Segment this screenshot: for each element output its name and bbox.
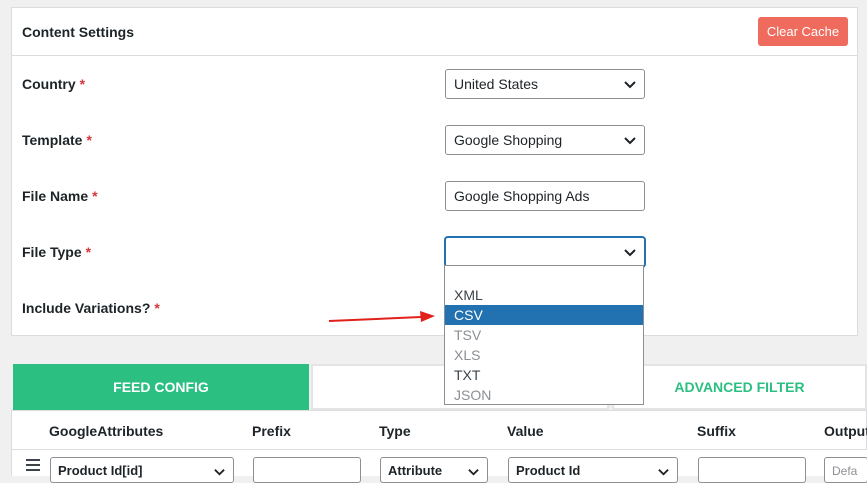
required-mark: * xyxy=(79,76,86,92)
tab-advanced-filter[interactable]: ADVANCED FILTER xyxy=(612,364,867,410)
header-prefix: Prefix xyxy=(252,423,291,439)
template-select-value: Google Shopping xyxy=(454,132,563,148)
chevron-down-icon xyxy=(624,249,636,257)
required-mark: * xyxy=(86,132,92,148)
chevron-down-icon xyxy=(214,469,225,476)
table-row: Product Id[id] Attribute Product Id Defa xyxy=(11,450,867,483)
drag-handle-icon[interactable] xyxy=(26,459,40,474)
chevron-down-icon xyxy=(468,469,479,476)
file-type-option-xls[interactable]: XLS xyxy=(445,345,643,365)
file-name-label: File Name * xyxy=(22,188,98,204)
country-select-value: United States xyxy=(454,76,539,92)
country-select[interactable]: United States xyxy=(445,69,645,99)
attributes-table-header: GoogleAttributes Prefix Type Value Suffi… xyxy=(11,410,867,450)
include-variations-label-text: Include Variations? xyxy=(22,300,151,316)
header-value: Value xyxy=(507,423,544,439)
file-type-option-tsv[interactable]: TSV xyxy=(445,325,643,345)
template-label: Template * xyxy=(22,132,92,148)
template-label-text: Template xyxy=(22,132,83,148)
chevron-down-icon xyxy=(624,137,636,145)
include-variations-label: Include Variations? * xyxy=(22,300,160,316)
header-suffix: Suffix xyxy=(697,423,736,439)
red-arrow-annotation xyxy=(328,311,435,322)
country-label-text: Country xyxy=(22,76,76,92)
value-select[interactable]: Product Id xyxy=(508,457,678,483)
file-name-input[interactable]: Google Shopping Ads xyxy=(445,181,645,211)
chevron-down-icon xyxy=(624,81,636,89)
prefix-input[interactable] xyxy=(253,457,361,483)
tab-feed-config[interactable]: FEED CONFIG xyxy=(13,364,309,410)
header-type: Type xyxy=(379,423,411,439)
content-settings-panel: Content Settings Clear Cache Country * Un… xyxy=(11,7,858,336)
file-type-dropdown: XML CSV TSV XLS TXT JSON xyxy=(444,265,644,405)
country-label: Country * xyxy=(22,76,85,92)
file-name-input-value: Google Shopping Ads xyxy=(454,188,590,204)
file-type-option-json[interactable]: JSON xyxy=(445,385,643,405)
header-google-attributes: GoogleAttributes xyxy=(49,423,164,439)
file-type-option-csv[interactable]: CSV xyxy=(445,305,643,325)
type-select[interactable]: Attribute xyxy=(380,457,488,483)
panel-header: Content Settings Clear Cache xyxy=(12,8,857,56)
required-mark: * xyxy=(154,300,160,316)
attribute-select[interactable]: Product Id[id] xyxy=(50,457,234,483)
clear-cache-button[interactable]: Clear Cache xyxy=(758,17,848,46)
output-select[interactable]: Defa xyxy=(824,457,867,483)
file-type-option-xml[interactable]: XML xyxy=(445,285,643,305)
file-type-label: File Type * xyxy=(22,244,91,260)
file-type-option-txt[interactable]: TXT xyxy=(445,365,643,385)
chevron-down-icon xyxy=(658,469,669,476)
feed-tabs: FEED CONFIG F ADVANCED FILTER xyxy=(11,364,867,410)
required-mark: * xyxy=(85,244,92,260)
panel-title: Content Settings xyxy=(22,24,134,40)
suffix-input[interactable] xyxy=(698,457,806,483)
file-name-label-text: File Name xyxy=(22,188,89,204)
header-output: Output xyxy=(824,423,867,439)
required-mark: * xyxy=(92,188,98,204)
file-type-select[interactable] xyxy=(445,237,645,267)
file-type-label-text: File Type xyxy=(22,244,82,260)
template-select[interactable]: Google Shopping xyxy=(445,125,645,155)
